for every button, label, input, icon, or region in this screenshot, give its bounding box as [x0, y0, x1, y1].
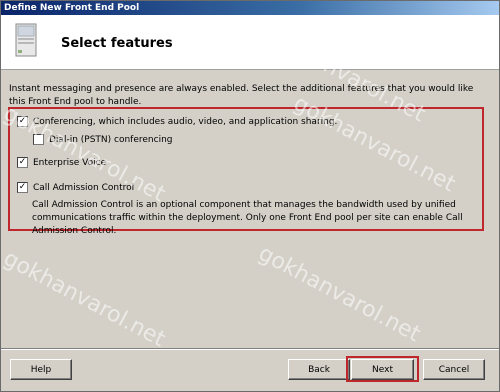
- watermark-text: gokhanvarol.net: [254, 241, 425, 348]
- enterprise-voice-label: Enterprise Voice: [33, 157, 107, 168]
- option-conferencing[interactable]: ✓ Conferencing, which includes audio, vi…: [17, 116, 337, 127]
- server-icon: [15, 23, 37, 57]
- option-dial-in[interactable]: Dial-in (PSTN) conferencing: [33, 134, 173, 145]
- dialog-window: Define New Front End Pool Select feature…: [0, 0, 500, 392]
- window-title: Define New Front End Pool: [4, 3, 140, 13]
- intro-text: Instant messaging and presence are alway…: [9, 84, 474, 107]
- help-button[interactable]: Help: [10, 359, 72, 380]
- check-mark-icon: ✓: [18, 157, 27, 167]
- wizard-header: Select features: [1, 15, 499, 70]
- dial-in-label: Dial-in (PSTN) conferencing: [49, 134, 173, 145]
- option-enterprise-voice[interactable]: ✓ Enterprise Voice: [17, 157, 106, 168]
- check-mark-icon: ✓: [18, 182, 27, 192]
- option-call-admission-control[interactable]: ✓ Call Admission Control: [17, 182, 134, 193]
- cancel-button[interactable]: Cancel: [423, 359, 485, 380]
- title-bar: Define New Front End Pool: [1, 1, 499, 15]
- check-mark-icon: ✓: [18, 116, 27, 126]
- page-title: Select features: [61, 36, 173, 51]
- cac-description: Call Admission Control is an optional co…: [32, 200, 463, 236]
- footer-separator: [1, 348, 499, 350]
- conferencing-checkbox[interactable]: ✓: [17, 116, 28, 127]
- enterprise-voice-checkbox[interactable]: ✓: [17, 157, 28, 168]
- next-button[interactable]: Next: [351, 359, 414, 380]
- dial-in-checkbox[interactable]: [33, 134, 44, 145]
- call-admission-control-label: Call Admission Control: [33, 182, 135, 193]
- conferencing-label: Conferencing, which includes audio, vide…: [33, 116, 338, 127]
- back-button[interactable]: Back: [288, 359, 350, 380]
- watermark-text: gokhanvarol.net: [0, 246, 170, 353]
- call-admission-control-checkbox[interactable]: ✓: [17, 182, 28, 193]
